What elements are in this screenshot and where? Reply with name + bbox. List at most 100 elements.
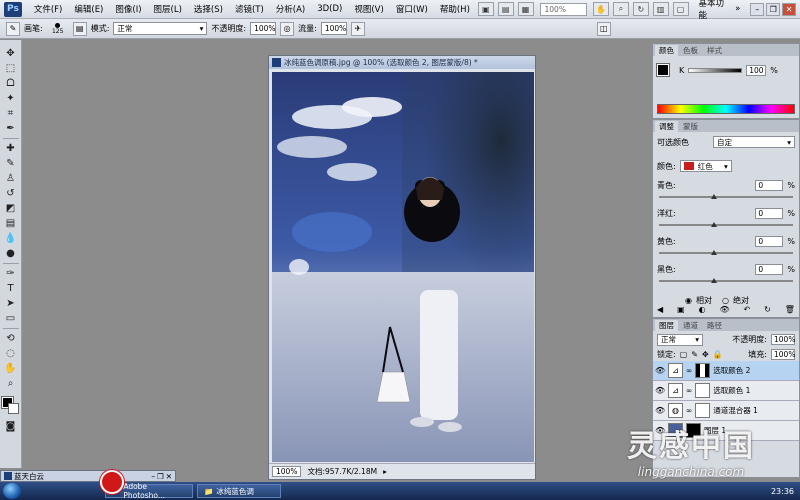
brush-tool-preset-icon[interactable]: ✎ <box>6 21 20 36</box>
previous-state-icon[interactable]: ↶ <box>744 305 751 314</box>
path-select-tool-icon[interactable]: ➤ <box>3 296 19 311</box>
adjust-color-select[interactable]: 红色 ▾ <box>679 160 732 172</box>
menu-window[interactable]: 窗口(W) <box>390 3 434 15</box>
workspace-switcher[interactable]: 基本功能 » <box>691 0 749 21</box>
pressure-size-icon[interactable]: ◫ <box>596 21 611 36</box>
quick-mask-icon[interactable]: ◙ <box>3 419 19 434</box>
adjust-preset-select[interactable]: 自定 ▾ <box>713 136 795 148</box>
shape-tool-icon[interactable]: ▭ <box>3 311 19 326</box>
history-brush-tool-icon[interactable]: ↺ <box>3 186 19 201</box>
tab-adjustments[interactable]: 调整 <box>655 121 678 132</box>
color-spectrum-bar[interactable] <box>657 104 795 114</box>
pen-tool-icon[interactable]: ✑ <box>3 266 19 281</box>
marquee-tool-icon[interactable]: ⬚ <box>3 61 19 76</box>
restore-icon[interactable]: ❐ <box>157 472 164 481</box>
chain-icon[interactable]: ∞ <box>686 386 692 395</box>
hand-tool-icon[interactable]: ✋ <box>3 361 19 376</box>
slider-thumb[interactable] <box>711 194 717 199</box>
layer-row[interactable]: 👁 ⊿ ∞ 选取颜色 1 <box>653 381 799 401</box>
lock-all-icon[interactable]: 🔒 <box>713 350 723 359</box>
trash-icon[interactable]: 🗑 <box>785 305 795 314</box>
quick-select-tool-icon[interactable]: ✦ <box>3 91 19 106</box>
bridge-icon[interactable]: ▣ <box>477 2 494 16</box>
slider-thumb[interactable] <box>711 278 717 283</box>
chain-icon[interactable]: ∞ <box>686 406 692 415</box>
tab-color[interactable]: 颜色 <box>655 45 678 56</box>
minimize-icon[interactable]: – <box>750 2 765 16</box>
menu-layer[interactable]: 图层(L) <box>148 3 188 15</box>
mode-select[interactable]: 正常 ▾ <box>113 22 208 35</box>
eye-icon[interactable]: 👁 <box>655 366 665 375</box>
start-button[interactable] <box>3 483 21 499</box>
brush-panel-icon[interactable]: ▤ <box>72 21 87 36</box>
mini-bridge-icon[interactable]: ▤ <box>497 2 514 16</box>
zoom-select[interactable]: 100% <box>539 2 588 16</box>
document-titlebar[interactable]: 冰纯蓝色调原稿.jpg @ 100% (选取颜色 2, 图层蒙版/8) * <box>269 56 535 69</box>
crop-tool-icon[interactable]: ⌗ <box>3 106 19 121</box>
hand-tool-icon[interactable]: ✋ <box>593 2 610 16</box>
eye-icon[interactable]: 👁 <box>655 386 665 395</box>
layer-mask-thumb[interactable] <box>695 363 711 378</box>
slider-track[interactable] <box>659 222 793 227</box>
background-color-swatch[interactable] <box>7 403 19 414</box>
rotate-view-icon[interactable]: ↻ <box>632 2 649 16</box>
chevron-right-icon[interactable]: ▸ <box>383 467 387 476</box>
opacity-pressure-icon[interactable]: ◎ <box>280 21 295 36</box>
gradient-tool-icon[interactable]: ▤ <box>3 216 19 231</box>
clone-stamp-tool-icon[interactable]: ♙ <box>3 171 19 186</box>
lasso-tool-icon[interactable]: ᗝ <box>3 76 19 91</box>
tab-channels[interactable]: 通道 <box>679 320 702 331</box>
chain-icon[interactable]: ∞ <box>686 366 692 375</box>
menu-view[interactable]: 视图(V) <box>348 3 389 15</box>
menu-analysis[interactable]: 分析(A) <box>270 3 311 15</box>
slider-track[interactable] <box>659 250 793 255</box>
dodge-tool-icon[interactable]: ● <box>3 246 19 261</box>
extras-icon[interactable]: ▦ <box>517 2 534 16</box>
color-k-input[interactable]: 100 <box>746 64 767 76</box>
menu-help[interactable]: 帮助(H) <box>434 3 476 15</box>
slider-input[interactable]: 0 <box>755 180 784 191</box>
expand-icon[interactable]: ▣ <box>677 305 685 314</box>
menu-edit[interactable]: 编辑(E) <box>68 3 109 15</box>
flow-input[interactable]: 100% <box>320 22 347 35</box>
color-k-slider[interactable] <box>688 67 743 73</box>
tab-swatches[interactable]: 色板 <box>679 45 702 56</box>
eyedropper-tool-icon[interactable]: ✒ <box>3 121 19 136</box>
zoom-tool-icon[interactable]: ⌕ <box>3 376 19 391</box>
eraser-tool-icon[interactable]: ◩ <box>3 201 19 216</box>
menu-3d[interactable]: 3D(D) <box>311 4 348 14</box>
slider-track[interactable] <box>659 194 793 199</box>
fill-input[interactable]: 100% <box>771 348 795 360</box>
close-icon[interactable]: ✕ <box>782 2 797 16</box>
slider-thumb[interactable] <box>711 250 717 255</box>
slider-input[interactable]: 0 <box>755 264 784 275</box>
tab-masks[interactable]: 蒙版 <box>679 121 702 132</box>
airbrush-icon[interactable]: ✈ <box>350 21 365 36</box>
minimized-document[interactable]: 蓝天白云 – ❐ ✕ <box>0 470 176 482</box>
layer-blend-select[interactable]: 正常 ▾ <box>657 333 703 346</box>
lock-position-icon[interactable]: ✥ <box>702 350 709 359</box>
slider-input[interactable]: 0 <box>755 236 784 247</box>
reset-icon[interactable]: ↻ <box>764 305 771 314</box>
tab-layers[interactable]: 图层 <box>655 320 678 331</box>
3d-rotate-tool-icon[interactable]: ⟲ <box>3 331 19 346</box>
healing-brush-tool-icon[interactable]: ✚ <box>3 141 19 156</box>
3d-orbit-tool-icon[interactable]: ◌ <box>3 346 19 361</box>
brush-picker[interactable]: 125 <box>47 21 69 36</box>
lock-transparent-icon[interactable]: ▢ <box>680 350 688 359</box>
screen-mode-icon[interactable]: ▢ <box>672 2 689 16</box>
minimize-icon[interactable]: – <box>151 472 155 481</box>
visibility-icon[interactable]: 👁 <box>719 305 729 314</box>
color-panel-fg-swatch[interactable] <box>656 63 670 77</box>
opacity-input[interactable]: 100% <box>250 22 277 35</box>
restore-icon[interactable]: ❐ <box>766 2 781 16</box>
tab-styles[interactable]: 样式 <box>703 45 726 56</box>
layer-mask-thumb[interactable] <box>695 403 711 418</box>
zoom-tool-icon[interactable]: ⌕ <box>613 2 629 16</box>
brush-tool-icon[interactable]: ✎ <box>3 156 19 171</box>
type-tool-icon[interactable]: T <box>3 281 19 296</box>
tab-paths[interactable]: 路径 <box>703 320 726 331</box>
back-arrow-icon[interactable]: ◀ <box>657 305 663 314</box>
menu-file[interactable]: 文件(F) <box>28 3 69 15</box>
eye-icon[interactable]: 👁 <box>655 406 665 415</box>
